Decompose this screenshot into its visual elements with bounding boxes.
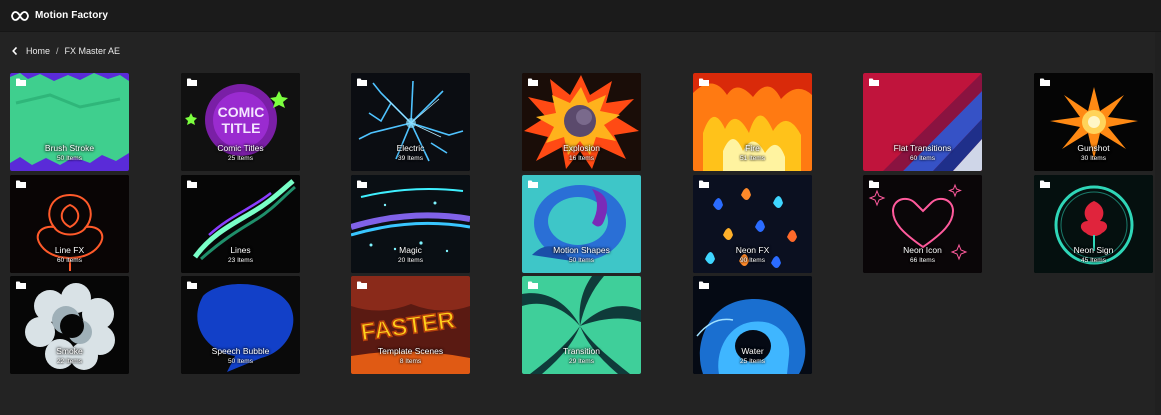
breadcrumb-current: FX Master AE	[64, 46, 121, 56]
folder-icon	[187, 180, 197, 188]
folder-tile-comic-titles[interactable]: COMIC TITLE Comic Titles 25 Items	[181, 73, 300, 171]
folder-tile-gunshot[interactable]: Gunshot 30 Items	[1034, 73, 1153, 171]
infinity-logo-icon	[11, 10, 29, 22]
folder-name: Electric	[396, 143, 425, 153]
folder-name: Template Scenes	[377, 346, 444, 356]
folder-icon	[699, 78, 709, 86]
folder-icon	[1040, 78, 1050, 86]
folder-item-count: 23 Items	[228, 257, 253, 264]
folder-name: Neon Sign	[1073, 245, 1114, 255]
folder-name: Neon FX	[735, 245, 770, 255]
svg-text:COMIC: COMIC	[218, 104, 265, 120]
folder-item-count: 50 Items	[228, 358, 253, 365]
folder-tile-brush-stroke[interactable]: Brush Stroke 50 Items	[10, 73, 129, 171]
folder-name: Water	[741, 346, 764, 356]
folder-name: Motion Shapes	[553, 245, 610, 255]
folder-tile-magic[interactable]: Magic 20 Items	[351, 175, 470, 273]
folder-name: Neon Icon	[903, 245, 942, 255]
folder-icon	[1040, 180, 1050, 188]
folder-item-count: 8 Items	[399, 358, 422, 365]
folder-tile-motion-shapes[interactable]: Motion Shapes 50 Items	[522, 175, 641, 273]
breadcrumb-home-link[interactable]: Home	[26, 46, 50, 56]
chevron-left-icon[interactable]	[12, 46, 20, 56]
folder-tile-neon-fx[interactable]: Neon FX 90 Items	[693, 175, 812, 273]
folder-icon	[528, 180, 538, 188]
folder-icon	[16, 281, 26, 289]
folder-name: Fire	[745, 143, 760, 153]
folder-icon	[16, 180, 26, 188]
folder-icon	[357, 78, 367, 86]
folder-icon	[699, 281, 709, 289]
folder-tile-transition[interactable]: Transition 29 Items	[522, 276, 641, 374]
folder-tile-flat-transitions[interactable]: Flat Transitions 60 Items	[863, 73, 982, 171]
folder-tile-fire[interactable]: Fire 51 Items	[693, 73, 812, 171]
folder-item-count: 50 Items	[569, 257, 594, 264]
folder-name: Line FX	[54, 245, 85, 255]
folder-name: Flat Transitions	[893, 143, 952, 153]
folder-icon	[869, 180, 879, 188]
folder-item-count: 16 Items	[569, 155, 594, 162]
folder-icon	[528, 281, 538, 289]
folder-icon	[16, 78, 26, 86]
folder-icon	[869, 78, 879, 86]
folder-icon	[357, 180, 367, 188]
folder-name: Transition	[562, 346, 600, 356]
folder-tile-template-scenes[interactable]: FASTER Template Scenes 8 Items	[351, 276, 470, 374]
folder-icon	[357, 281, 367, 289]
folder-icon	[699, 180, 709, 188]
scrollbar[interactable]	[1155, 32, 1161, 415]
folder-item-count: 60 Items	[910, 155, 935, 162]
folder-item-count: 30 Items	[1081, 155, 1106, 162]
folder-item-count: 66 Items	[910, 257, 935, 264]
folder-tile-neon-icon[interactable]: Neon Icon 66 Items	[863, 175, 982, 273]
folder-item-count: 51 Items	[740, 155, 765, 162]
folder-tile-explosion[interactable]: Explosion 16 Items	[522, 73, 641, 171]
folder-tile-speech-bubble[interactable]: Speech Bubble 50 Items	[181, 276, 300, 374]
folder-item-count: 25 Items	[740, 358, 765, 365]
folder-tile-lines[interactable]: Lines 23 Items	[181, 175, 300, 273]
folder-icon	[187, 281, 197, 289]
folder-tile-water[interactable]: Water 25 Items	[693, 276, 812, 374]
svg-text:TITLE: TITLE	[222, 120, 261, 136]
folder-name: Smoke	[56, 346, 83, 356]
folder-tile-neon-sign[interactable]: Neon Sign 45 Items	[1034, 175, 1153, 273]
folder-icon	[528, 78, 538, 86]
breadcrumb-separator: /	[56, 46, 59, 56]
folder-item-count: 29 Items	[569, 358, 594, 365]
folder-item-count: 50 Items	[57, 155, 82, 162]
folder-item-count: 25 Items	[228, 155, 253, 162]
folder-item-count: 90 Items	[740, 257, 765, 264]
folder-item-count: 22 Items	[57, 358, 82, 365]
folder-name: Comic Titles	[217, 143, 264, 153]
folder-item-count: 45 Items	[1081, 257, 1106, 264]
folder-name: Gunshot	[1077, 143, 1110, 153]
folder-item-count: 39 Items	[398, 155, 423, 162]
folder-name: Lines	[230, 245, 251, 255]
folder-item-count: 60 Items	[57, 257, 82, 264]
folder-icon	[187, 78, 197, 86]
breadcrumb: Home / FX Master AE	[12, 45, 120, 57]
folder-tile-line-fx[interactable]: Line FX 60 Items	[10, 175, 129, 273]
app-title: Motion Factory	[35, 10, 109, 21]
folder-name: Explosion	[563, 143, 600, 153]
top-bar: Motion Factory	[0, 0, 1161, 32]
folder-tile-electric[interactable]: Electric 39 Items	[351, 73, 470, 171]
folder-name: Speech Bubble	[211, 346, 270, 356]
folder-tile-smoke[interactable]: Smoke 22 Items	[10, 276, 129, 374]
folder-item-count: 20 Items	[398, 257, 423, 264]
folder-name: Brush Stroke	[44, 143, 95, 153]
folder-name: Magic	[399, 245, 422, 255]
